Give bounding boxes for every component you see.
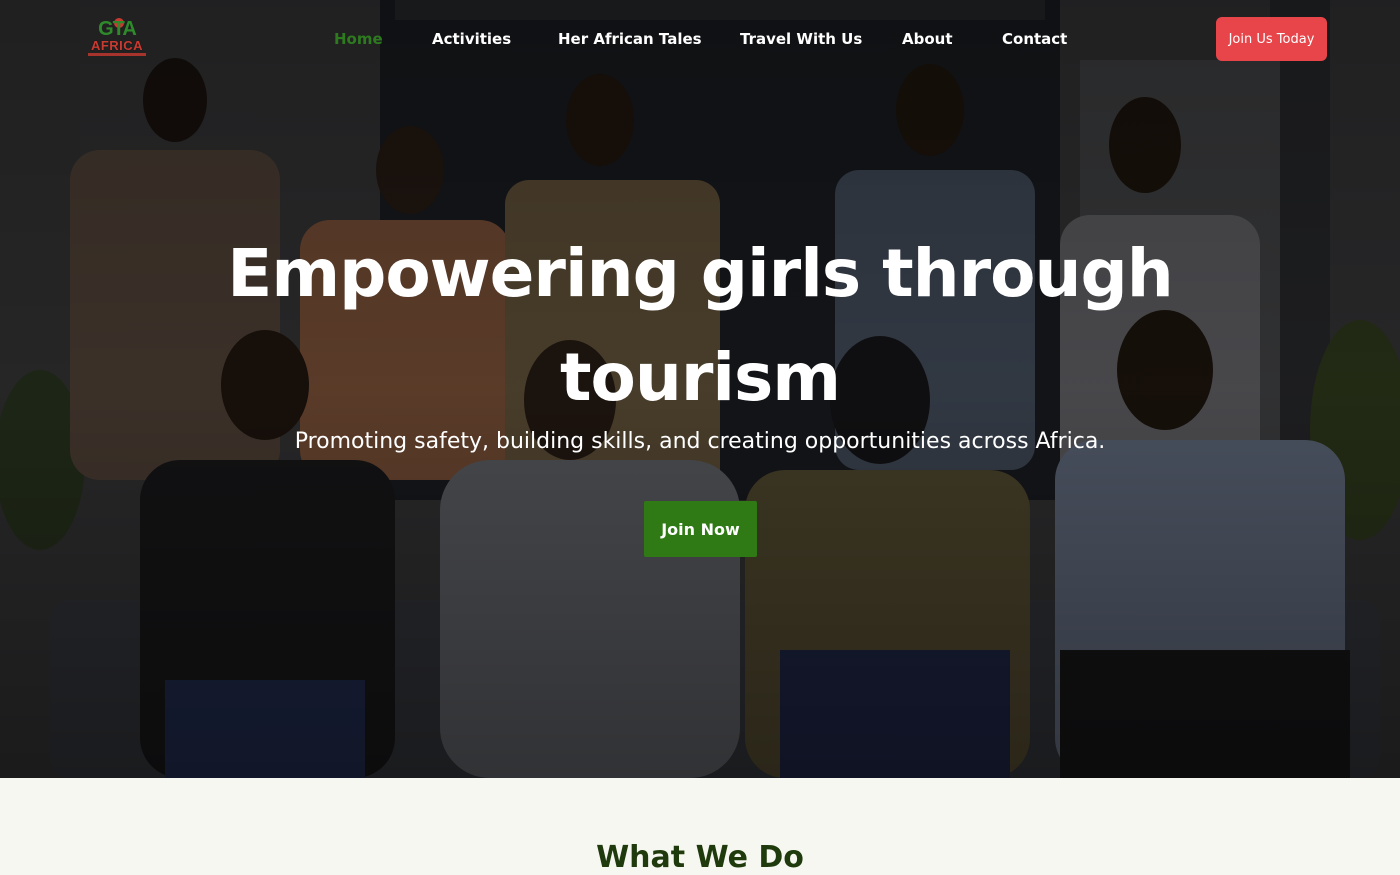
nav-item-travel-with-us[interactable]: Travel With Us	[740, 28, 902, 50]
nav-item-home[interactable]: Home	[334, 28, 432, 50]
nav-item-activities[interactable]: Activities	[432, 28, 558, 50]
site-logo[interactable]: GTA AFRICA	[86, 18, 148, 58]
join-now-button[interactable]: Join Now	[644, 501, 757, 557]
nav-item-contact[interactable]: Contact	[1002, 28, 1082, 50]
logo-tagline-bar	[88, 53, 146, 56]
main-nav: Home Activities Her African Tales Travel…	[334, 28, 1082, 50]
join-us-today-button[interactable]: Join Us Today	[1216, 17, 1327, 61]
site-header: GTA AFRICA Home Activities Her African T…	[0, 0, 1400, 78]
hero-title: Empowering girls through tourism	[227, 235, 1174, 416]
section-title-what-we-do: What We Do	[596, 840, 804, 875]
logo-wordmark: AFRICA	[90, 38, 144, 53]
nav-item-about[interactable]: About	[902, 28, 1002, 50]
hero-subtitle: Promoting safety, building skills, and c…	[294, 429, 1106, 454]
nav-item-her-african-tales[interactable]: Her African Tales	[558, 28, 740, 50]
